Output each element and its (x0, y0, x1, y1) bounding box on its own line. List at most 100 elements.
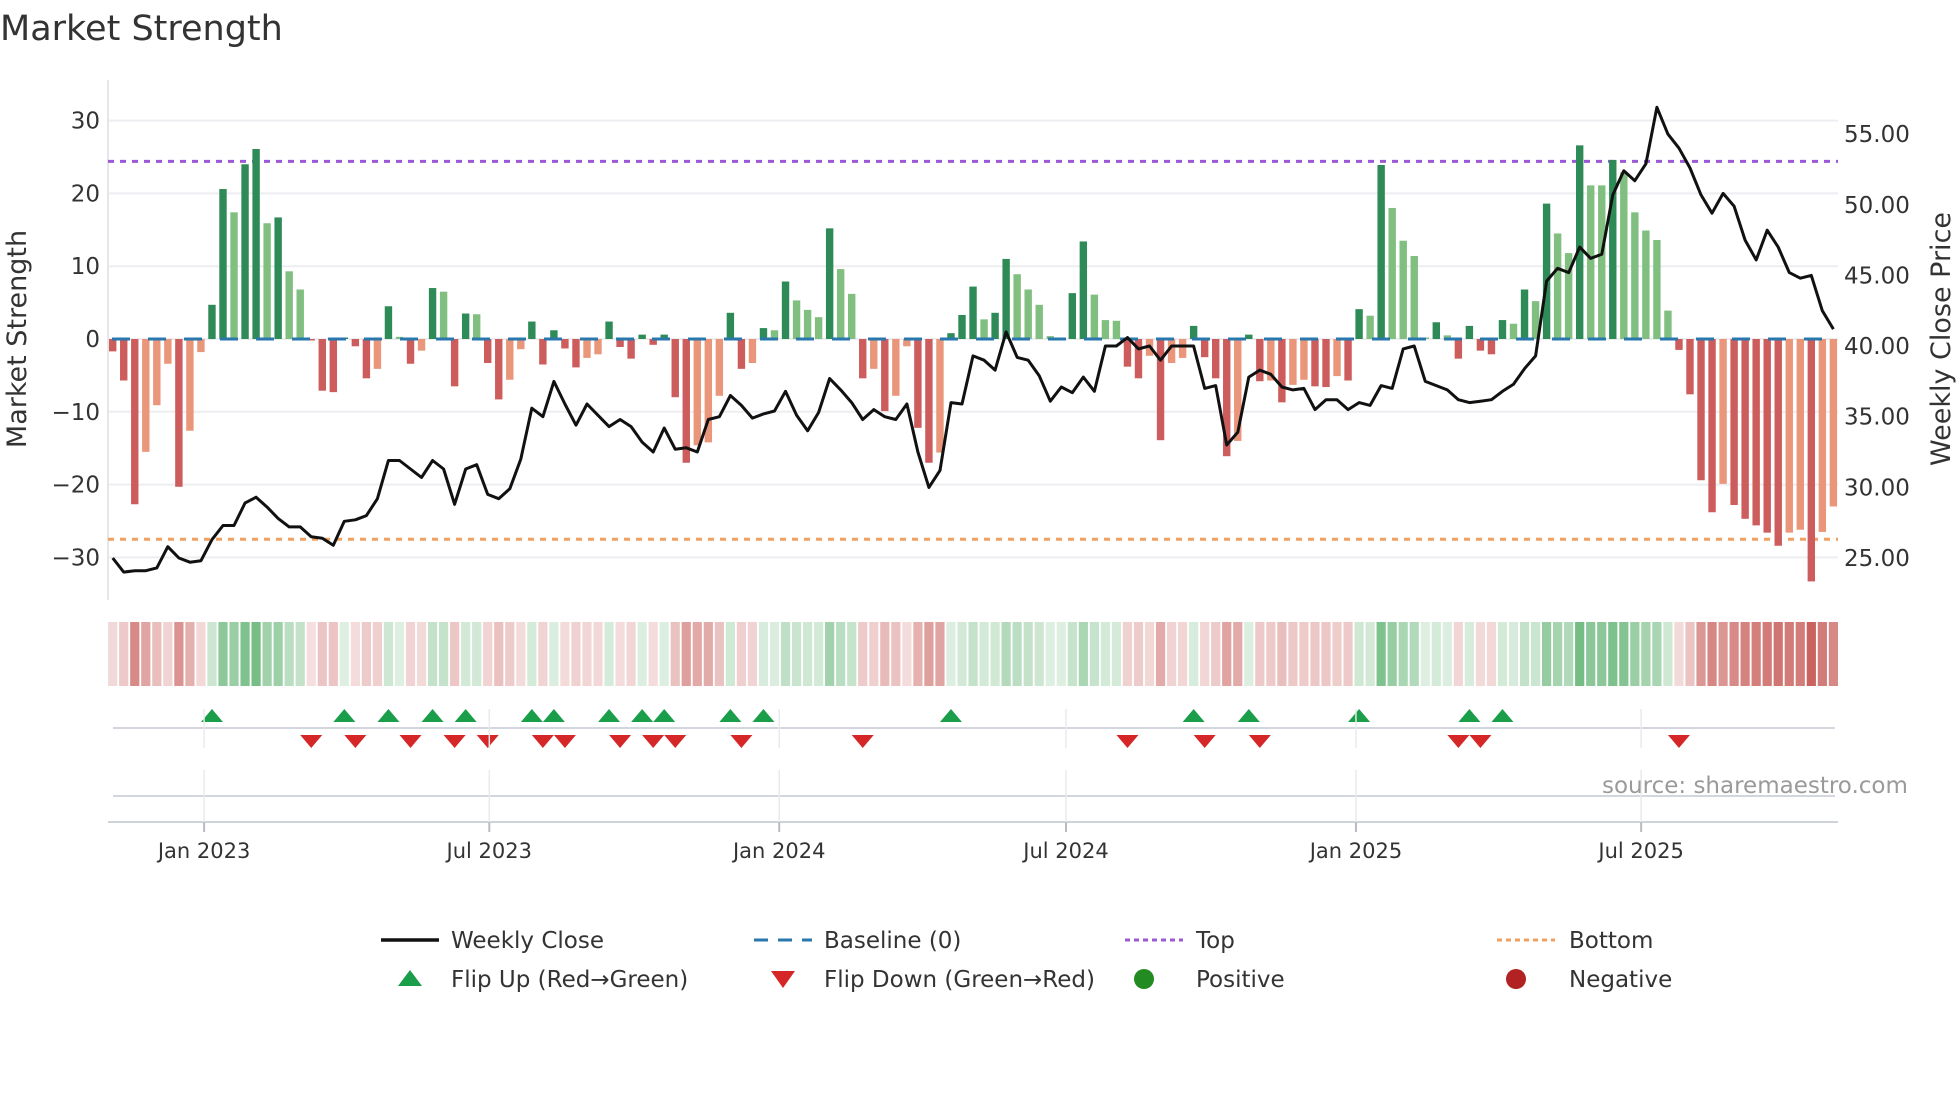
heatmap-cell (461, 622, 471, 686)
strength-bar (1719, 339, 1727, 484)
flip-down-marker (1469, 735, 1492, 748)
market-strength-chart: Market Strength −30 −20 −10 0 10 20 30 25.00 30… (0, 9, 1957, 993)
heatmap-cell (659, 622, 669, 686)
heatmap-cell (229, 622, 239, 686)
strength-bar (1256, 339, 1264, 382)
strength-bar (120, 339, 128, 381)
legend: Weekly Close Baseline (0) Top Bottom Flip Up… (381, 928, 1672, 993)
heatmap-cell (935, 622, 945, 686)
strength-bar (1002, 258, 1010, 339)
strength-bar (638, 334, 646, 339)
heatmap-cell (1222, 622, 1232, 686)
strength-bar (627, 339, 635, 359)
heatmap-cell (1365, 622, 1375, 686)
strength-bar (881, 339, 889, 412)
heatmap-cell (990, 622, 1000, 686)
heatmap-cell (1398, 622, 1408, 686)
strength-bar (1697, 339, 1705, 481)
heatmap-cell (1806, 622, 1816, 686)
strength-bar (1101, 320, 1110, 339)
flip-down-marker (443, 735, 466, 748)
heatmap-cell (1310, 622, 1320, 686)
strength-bar (693, 339, 701, 446)
flip-down-marker (642, 735, 665, 748)
strength-bar (517, 339, 525, 350)
heatmap-cell (1244, 622, 1254, 686)
heatmap-cell (1255, 622, 1265, 686)
heatmap-cell (472, 622, 482, 686)
left-tick-label: −20 (51, 473, 100, 499)
heatmap-cell (769, 622, 780, 686)
strength-bar (439, 291, 448, 339)
legend-item: Bottom (1497, 928, 1653, 954)
heatmap-cell (119, 622, 129, 686)
heatmap-cell (1144, 622, 1155, 686)
legend-label: Top (1195, 928, 1235, 954)
heatmap-cell (383, 622, 394, 686)
heatmap-cell (1178, 622, 1188, 686)
heatmap-cell (858, 622, 868, 686)
strength-bar (539, 339, 547, 365)
heatmap-cell (758, 622, 769, 686)
strength-bar (208, 304, 216, 339)
heatmap-cell (791, 622, 802, 686)
strength-bar (1465, 325, 1474, 339)
flip-up-marker (598, 709, 621, 722)
strength-bar (461, 313, 470, 339)
heatmap-cell (1652, 622, 1662, 686)
strength-bar (583, 339, 591, 358)
flip-down-marker (300, 735, 323, 748)
strength-bar (1355, 309, 1363, 339)
strength-bar (1278, 339, 1286, 403)
strength-bar (1587, 185, 1595, 339)
heatmap-cell (1387, 622, 1397, 686)
strength-bar (792, 300, 801, 339)
strength-bar (175, 339, 183, 487)
strength-bar (561, 339, 569, 349)
heatmap-cell (1608, 622, 1618, 686)
strength-bar (241, 164, 249, 339)
flip-up-marker (454, 709, 477, 722)
flip-up-marker (1182, 709, 1205, 722)
heatmap-cell (152, 622, 162, 686)
x-tick-label: Jan 2024 (731, 839, 826, 863)
heatmap-cell (1420, 622, 1430, 686)
strength-bar (1642, 230, 1650, 339)
legend-item: Flip Down (Green→Red) (771, 967, 1095, 993)
flip-up-marker (752, 709, 775, 722)
heatmap-cell (1299, 622, 1309, 686)
heatmap-cell (1442, 622, 1452, 686)
heatmap-cell (902, 622, 912, 686)
heatmap-cell (1519, 622, 1530, 686)
flip-up-marker (653, 709, 676, 722)
legend-item: Flip Up (Red→Green) (398, 967, 688, 993)
strength-bar (1123, 339, 1132, 367)
strength-bar (715, 339, 724, 396)
heatmap-cell (593, 622, 603, 686)
strength-bar (274, 217, 282, 339)
heatmap-cell (747, 622, 758, 686)
heatmap-cell (1751, 622, 1761, 686)
heatmap-cell (494, 622, 504, 686)
heatmap-cell (1288, 622, 1298, 686)
strength-bar (1399, 240, 1407, 339)
heatmap-cell (1696, 622, 1706, 686)
heatmap-cell (1530, 622, 1541, 686)
heatmap-cell (1630, 622, 1640, 686)
heatmap-cell (703, 622, 713, 686)
legend-item: Baseline (0) (754, 928, 961, 954)
strength-bar (252, 148, 260, 339)
strength-bar (164, 339, 172, 364)
triangle-up-icon (398, 970, 422, 986)
flip-up-marker (421, 709, 444, 722)
x-tick-label: Jan 2023 (156, 839, 251, 863)
x-tick-label: Jul 2024 (1021, 839, 1108, 863)
left-axis-ticks: −30 −20 −10 0 10 20 30 (51, 109, 100, 572)
strength-bar (1653, 239, 1661, 339)
strength-bar (980, 319, 988, 339)
heatmap-cell (1641, 622, 1651, 686)
strength-bar (1686, 339, 1694, 395)
heatmap-cell (1619, 622, 1629, 686)
strength-bar (1035, 304, 1043, 339)
heatmap-cell (714, 622, 724, 686)
